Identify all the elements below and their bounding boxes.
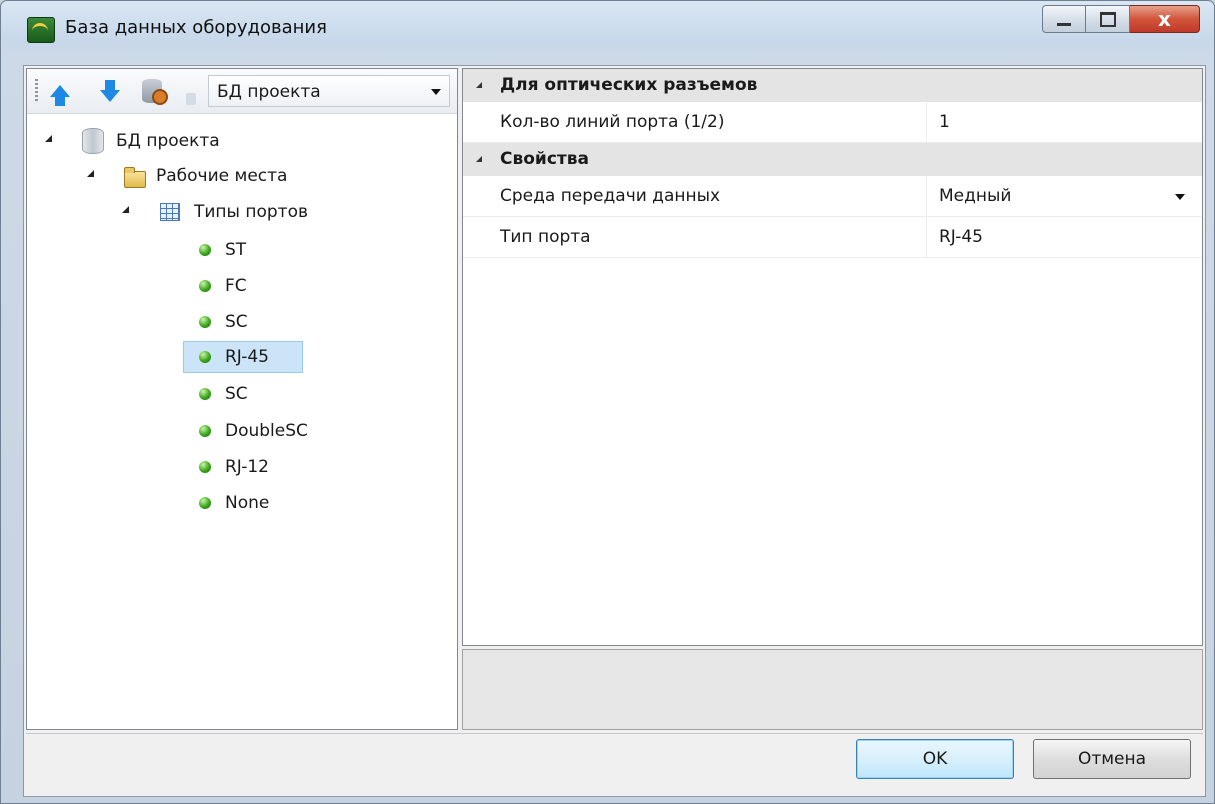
chevron-down-icon (431, 89, 441, 95)
tree-panel: БД проекта БД проекта Рабочие места Типы… (26, 68, 458, 730)
close-button[interactable]: x (1130, 5, 1200, 33)
tree-item-selected[interactable]: RJ-45 (183, 341, 303, 373)
column-divider (926, 176, 927, 216)
tree-item-label: None (225, 493, 270, 513)
tree-item[interactable]: SC (199, 306, 252, 338)
divider (26, 733, 1203, 734)
status-dot-icon (199, 461, 211, 473)
status-dot-icon (199, 497, 211, 509)
tree-item[interactable]: None (199, 487, 273, 519)
arrow-up-icon (50, 85, 70, 106)
expanded-icon[interactable] (45, 135, 52, 142)
tree-item-label: DoubleSC (225, 421, 308, 441)
window-title: База данных оборудования (65, 17, 327, 38)
table-icon (160, 203, 180, 221)
tree-node-folder[interactable]: Рабочие места (87, 160, 291, 192)
maximize-button[interactable] (1086, 5, 1130, 33)
tree-node-label: Рабочие места (156, 166, 288, 186)
tree-item[interactable]: DoubleSC (199, 415, 312, 447)
db-settings-button[interactable] (139, 78, 168, 105)
property-value[interactable]: RJ-45 (939, 227, 983, 247)
status-dot-icon (199, 351, 211, 363)
status-dot-icon (199, 280, 211, 292)
tree-item[interactable]: FC (199, 270, 251, 302)
tree-node-label: БД проекта (116, 131, 220, 151)
category-row[interactable]: Для оптических разъемов (463, 69, 1202, 102)
property-row[interactable]: Тип порта RJ-45 (463, 217, 1202, 258)
database-icon (82, 128, 104, 154)
category-title: Для оптических разъемов (500, 75, 758, 95)
app-icon (27, 17, 55, 43)
property-name: Кол-во линий порта (1/2) (500, 112, 725, 132)
toolbar-grip[interactable] (35, 79, 38, 103)
expanded-icon[interactable] (87, 170, 94, 177)
ok-button[interactable]: OK (856, 739, 1014, 779)
status-dot-icon (199, 316, 211, 328)
property-row[interactable]: Среда передачи данных Медный (463, 176, 1202, 217)
database-gear-icon (142, 79, 168, 105)
property-value-select[interactable]: Медный (939, 186, 1011, 206)
minimize-icon (1057, 22, 1071, 26)
database-select-value: БД проекта (217, 82, 321, 102)
tree-item-label: SC (225, 312, 248, 332)
tree-item-label: RJ-12 (225, 457, 269, 477)
property-name: Среда передачи данных (500, 186, 721, 206)
property-value[interactable]: 1 (939, 112, 950, 132)
minimize-button[interactable] (1042, 5, 1086, 33)
tree-item-label: ST (225, 240, 247, 260)
property-grid: Для оптических разъемов Кол-во линий пор… (462, 68, 1203, 646)
title-bar[interactable]: База данных оборудования x (1, 1, 1214, 57)
toolbar-overflow-button[interactable] (186, 93, 196, 105)
database-select[interactable]: БД проекта (208, 75, 450, 107)
cancel-button[interactable]: Отмена (1033, 739, 1191, 779)
move-down-button[interactable] (97, 78, 123, 104)
expanded-icon[interactable] (122, 206, 129, 213)
chevron-down-icon[interactable] (1175, 194, 1185, 200)
property-row[interactable]: Кол-во линий порта (1/2) 1 (463, 102, 1202, 143)
dialog-client-area: БД проекта БД проекта Рабочие места Типы… (23, 65, 1206, 797)
status-dot-icon (199, 425, 211, 437)
tree-toolbar: БД проекта (27, 69, 457, 114)
tree-item-label: FC (225, 276, 247, 296)
column-divider (926, 102, 927, 142)
category-title: Свойства (500, 149, 589, 169)
tree-item[interactable]: RJ-12 (199, 451, 273, 483)
window-controls: x (1042, 5, 1200, 35)
tree-node-label: Типы портов (194, 202, 309, 222)
tree-item-label: SC (225, 384, 248, 404)
dialog-window: База данных оборудования x БД проекта БД… (0, 0, 1215, 804)
folder-icon (124, 166, 146, 188)
column-divider (926, 217, 927, 257)
property-name: Тип порта (500, 227, 591, 247)
category-row[interactable]: Свойства (463, 143, 1202, 176)
tree-item[interactable]: ST (199, 234, 250, 266)
tree-item[interactable]: SC (199, 378, 252, 410)
status-dot-icon (199, 388, 211, 400)
move-up-button[interactable] (47, 78, 73, 106)
tree-node-table[interactable]: Типы портов (122, 196, 312, 228)
status-dot-icon (199, 244, 211, 256)
arrow-down-icon (100, 80, 120, 102)
collapse-icon[interactable] (476, 82, 482, 88)
tree-node-root[interactable]: БД проекта (45, 125, 224, 157)
property-description-panel (462, 649, 1203, 730)
maximize-icon (1099, 11, 1116, 27)
close-icon: x (1158, 7, 1171, 31)
tree-item-label: RJ-45 (225, 347, 269, 367)
collapse-icon[interactable] (476, 156, 482, 162)
